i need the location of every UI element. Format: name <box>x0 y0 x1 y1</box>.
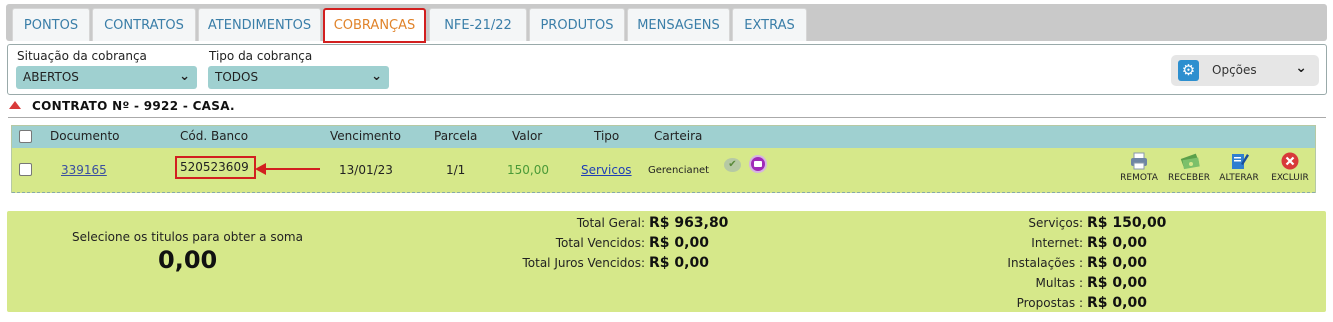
printer-icon <box>1129 152 1149 170</box>
divider <box>8 117 1326 118</box>
options-label: Opções <box>1212 63 1257 77</box>
total-row: Total Vencidos: R$ 0,00 <box>437 235 877 255</box>
cod-banco-highlight: 520523609 <box>175 156 256 179</box>
carteira-value: Gerencianet <box>648 165 710 176</box>
alterar-label: ALTERAR <box>1219 173 1259 183</box>
category-label: Internet: <box>1031 236 1083 250</box>
tab-nfe[interactable]: NFE-21/22 <box>429 8 527 41</box>
check-icon[interactable]: ✔ <box>724 158 741 172</box>
category-label: Serviços: <box>1028 216 1083 230</box>
edit-icon <box>1229 152 1249 170</box>
select-all-checkbox[interactable] <box>19 130 32 143</box>
tipo-link[interactable]: Servicos <box>581 163 632 177</box>
category-value: R$ 0,00 <box>1087 235 1147 251</box>
total-label: Total Geral: <box>576 216 645 230</box>
billing-table: Documento Cód. Banco Vencimento Parcela … <box>11 125 1316 193</box>
category-row: Propostas : R$ 0,00 <box>879 295 1319 315</box>
vencimento-value: 13/01/23 <box>339 163 393 177</box>
chevron-down-icon: ⌄ <box>371 69 382 84</box>
tab-produtos[interactable]: PRODUTOS <box>529 8 625 41</box>
total-label: Total Juros Vencidos: <box>522 256 645 270</box>
filter-panel: Situação da cobrança ABERTOS ⌄ Tipo da c… <box>7 44 1327 95</box>
category-label: Propostas : <box>1016 296 1083 310</box>
contract-heading[interactable]: CONTRATO Nº - 9922 - CASA. <box>8 98 1308 116</box>
tab-cobrancas[interactable]: COBRANÇAS <box>323 8 426 43</box>
remota-label: REMOTA <box>1120 173 1158 183</box>
table-row: 339165 520523609 13/01/23 1/1 150,00 Ser… <box>12 148 1315 193</box>
tipo-label: Tipo da cobrança <box>209 49 313 63</box>
parcela-value: 1/1 <box>446 163 466 177</box>
header-vencimento: Vencimento <box>330 129 401 143</box>
row-checkbox[interactable] <box>19 163 32 176</box>
tipo-value: TODOS <box>215 70 259 84</box>
selected-total: 0,00 <box>158 246 218 274</box>
chevron-down-icon: ⌄ <box>1295 60 1307 76</box>
tab-pontos[interactable]: PONTOS <box>12 8 90 41</box>
cod-banco-value: 520523609 <box>180 160 249 174</box>
category-value: R$ 150,00 <box>1087 215 1167 231</box>
header-carteira: Carteira <box>654 129 703 143</box>
category-row: Instalações : R$ 0,00 <box>879 255 1319 275</box>
options-button[interactable]: ⚙ Opções ⌄ <box>1171 55 1319 86</box>
table-header: Documento Cód. Banco Vencimento Parcela … <box>12 126 1315 148</box>
total-label: Total Vencidos: <box>555 236 645 250</box>
summary-hint: Selecione os titulos para obter a soma <box>72 230 303 244</box>
tab-contratos[interactable]: CONTRATOS <box>92 8 196 41</box>
header-documento: Documento <box>50 129 120 143</box>
receber-button[interactable]: RECEBER <box>1163 152 1215 183</box>
header-valor: Valor <box>512 129 543 143</box>
header-tipo: Tipo <box>594 129 620 143</box>
tab-extras[interactable]: EXTRAS <box>732 8 807 41</box>
alterar-button[interactable]: ALTERAR <box>1213 152 1265 183</box>
money-icon <box>1179 152 1200 170</box>
total-row: Total Juros Vencidos: R$ 0,00 <box>437 255 877 275</box>
tab-atendimentos[interactable]: ATENDIMENTOS <box>198 8 321 41</box>
category-label: Multas : <box>1035 276 1083 290</box>
delete-icon <box>1280 152 1300 170</box>
category-row: Internet: R$ 0,00 <box>879 235 1319 255</box>
total-value: R$ 0,00 <box>649 255 709 271</box>
documento-link[interactable]: 339165 <box>61 163 107 177</box>
situacao-label: Situação da cobrança <box>17 49 147 63</box>
category-value: R$ 0,00 <box>1087 275 1147 291</box>
category-row: Multas : R$ 0,00 <box>879 275 1319 295</box>
summary-panel: Selecione os titulos para obter a soma 0… <box>7 211 1326 312</box>
category-label: Instalações : <box>1007 256 1083 270</box>
total-row: Total Geral: R$ 963,80 <box>437 215 877 235</box>
tab-mensagens[interactable]: MENSAGENS <box>627 8 730 41</box>
category-value: R$ 0,00 <box>1087 295 1147 311</box>
tab-bar: PONTOS CONTRATOS ATENDIMENTOS COBRANÇAS … <box>6 4 1327 43</box>
gear-icon: ⚙ <box>1178 60 1199 81</box>
remota-button[interactable]: REMOTA <box>1113 152 1165 183</box>
header-cod-banco: Cód. Banco <box>180 129 249 143</box>
category-value: R$ 0,00 <box>1087 255 1147 271</box>
excluir-button[interactable]: EXCLUIR <box>1264 152 1316 183</box>
situacao-select[interactable]: ABERTOS ⌄ <box>16 66 197 89</box>
situacao-value: ABERTOS <box>23 70 79 84</box>
total-value: R$ 963,80 <box>649 215 729 231</box>
receber-label: RECEBER <box>1167 173 1211 183</box>
category-row: Serviços: R$ 150,00 <box>879 215 1319 235</box>
collapse-triangle-icon[interactable] <box>9 101 21 109</box>
excluir-label: EXCLUIR <box>1271 173 1309 183</box>
total-value: R$ 0,00 <box>649 235 709 251</box>
print-icon[interactable] <box>749 155 767 173</box>
chevron-down-icon: ⌄ <box>179 69 190 84</box>
header-parcela: Parcela <box>434 129 478 143</box>
tipo-select[interactable]: TODOS ⌄ <box>208 66 389 89</box>
contract-title: CONTRATO Nº - 9922 - CASA. <box>32 99 235 113</box>
red-arrow-line <box>264 168 320 170</box>
valor-value: 150,00 <box>507 163 549 177</box>
